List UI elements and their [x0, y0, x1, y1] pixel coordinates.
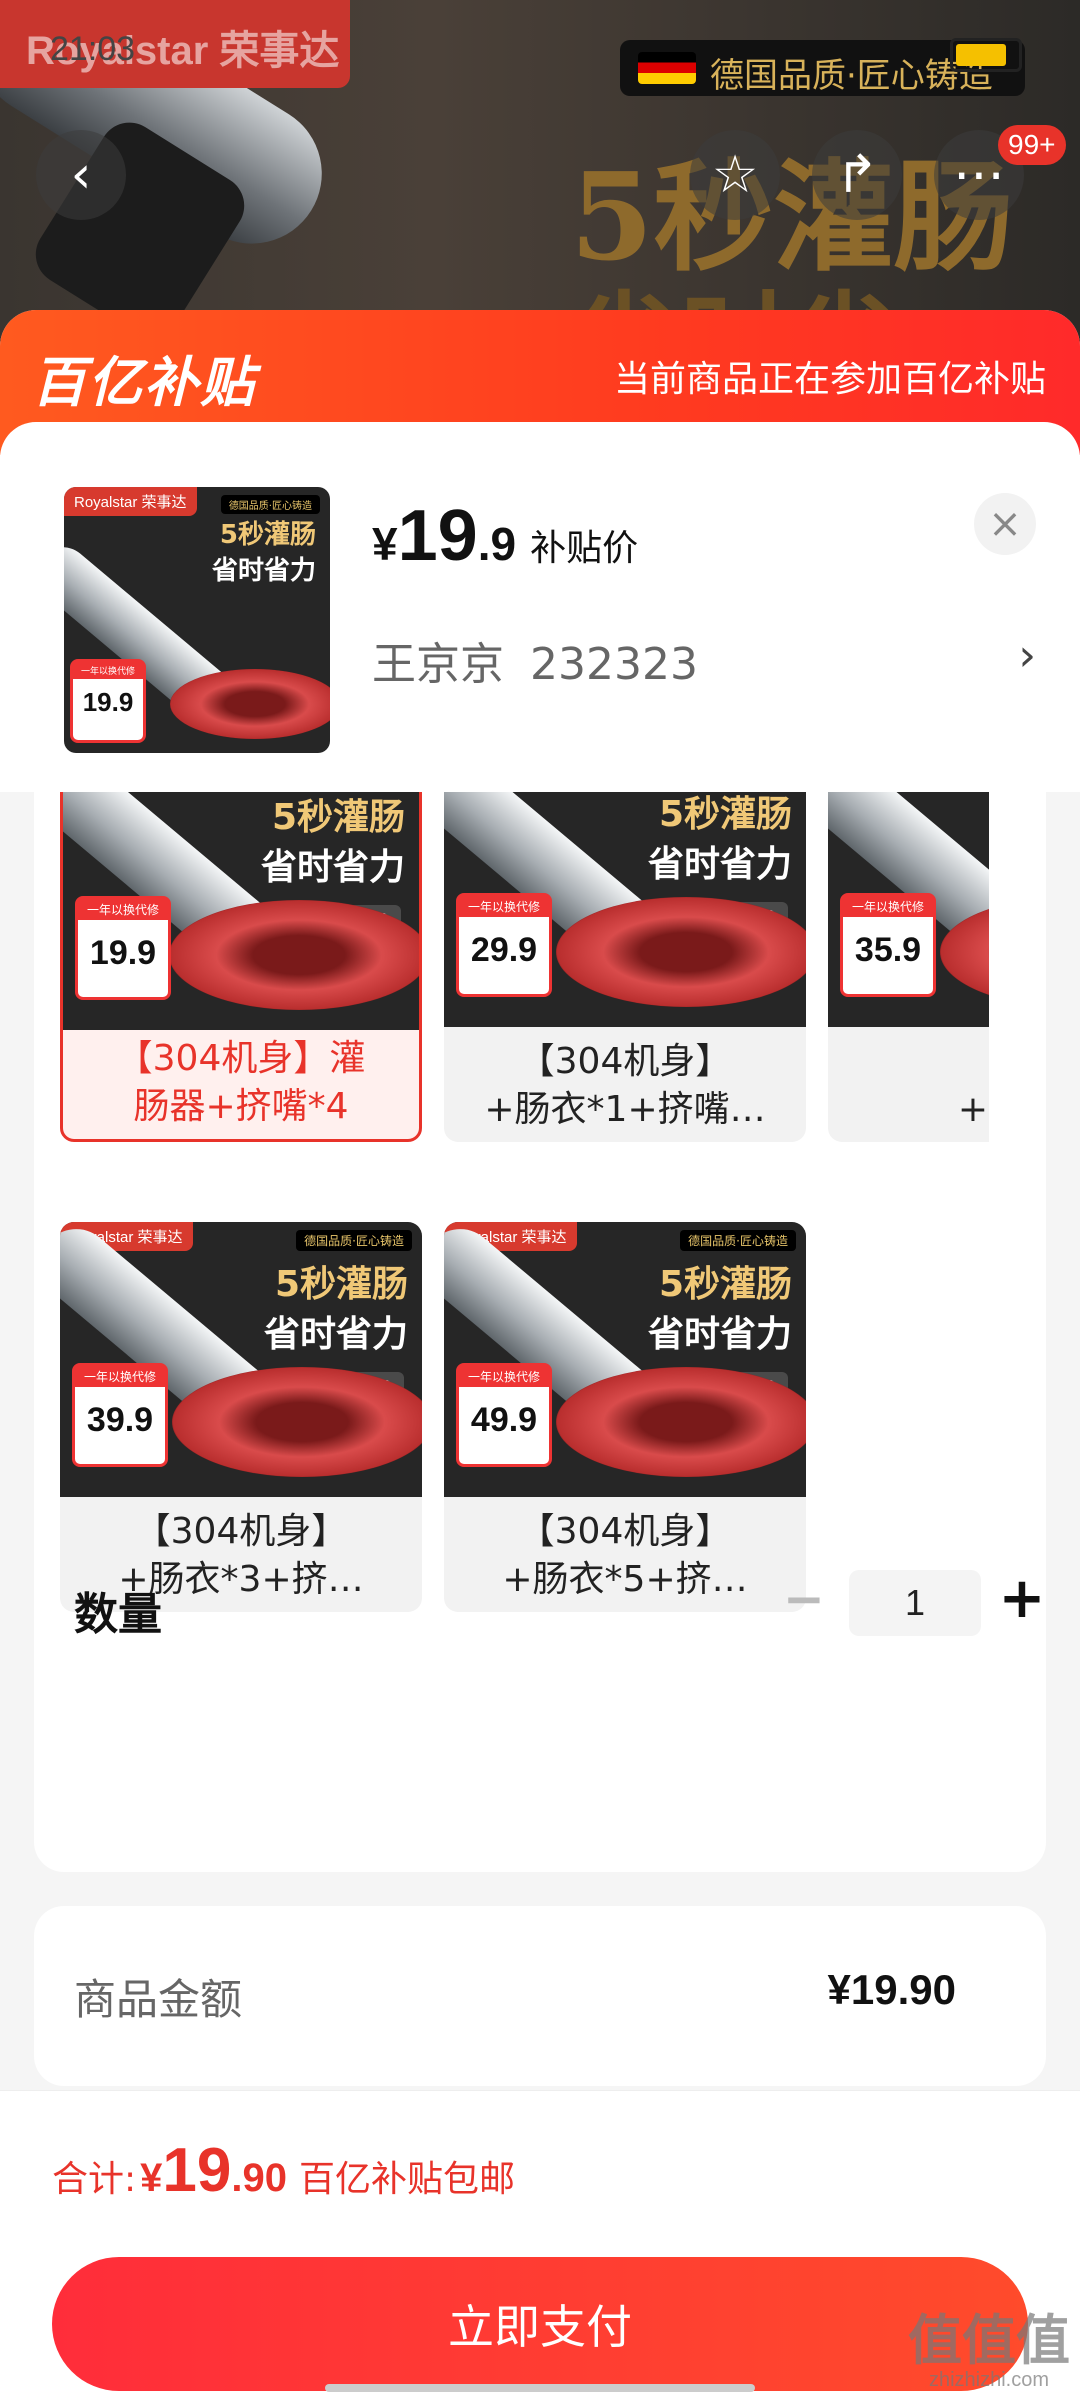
subsidy-price: ¥ 19 .9 补贴价	[372, 495, 638, 577]
thumb-badge: 德国品质·匠心铸造	[220, 495, 320, 514]
variant-price: 39.9	[86, 1401, 154, 1439]
chevron-right-icon[interactable]: ›	[1018, 630, 1036, 681]
variant-image-meat	[172, 1367, 422, 1477]
amount-card: 商品金额 ¥19.90	[34, 1906, 1046, 2086]
total-symbol: ¥	[140, 2156, 163, 2200]
back-icon[interactable]: ‹	[36, 130, 126, 220]
variant-option[interactable]: Royalstar 荣事达 德国品质·匠心铸造 5秒灌肠 省时省力 一年以换代修…	[444, 1222, 806, 1612]
variant-image-slogan: 5秒灌肠 省时省力	[264, 1260, 408, 1360]
variant-image: Royalstar 荣事达 德国品质·匠心铸造 5秒灌肠 省时省力 一年以换代修…	[60, 1222, 422, 1497]
watermark-url: zhizhizhi.com	[928, 2369, 1050, 2391]
seller-info[interactable]: 王京京 232323	[372, 628, 698, 692]
close-icon[interactable]: ×	[974, 493, 1036, 555]
variant-image-slogan2: 省时省力	[647, 1314, 792, 1355]
thumb-price-text: 19.9	[82, 687, 134, 717]
total-label: 合计:	[52, 2159, 137, 2200]
variant-price-tag: 一年以换代修 49.9	[456, 1363, 552, 1467]
thumb-slogan1: 5秒灌肠	[219, 520, 316, 550]
plus-icon[interactable]: +	[992, 1566, 1052, 1636]
amount-value: ¥19.90	[827, 1966, 956, 2013]
thumb-tag-text: 一年以换代修	[73, 662, 143, 679]
variant-image-slogan1: 5秒灌肠	[658, 1264, 792, 1305]
thumb-price-tag: 一年以换代修 19.9	[70, 659, 146, 743]
cart-count-badge: 99+	[998, 125, 1066, 165]
checkout-footer: 合计: ¥ 19 .90 百亿补贴包邮 立即支付 值值值 zhizhizhi.c…	[0, 2090, 1080, 2400]
price-decimal: .9	[477, 518, 517, 570]
variant-option[interactable]: Royalstar 荣事达 德国品质·匠心铸造 5秒灌肠 省时省力 一年以换代修…	[60, 1222, 422, 1612]
purchase-sheet: 百亿补贴 当前商品正在参加百亿补贴 Royalstar 荣事达 德国品质·匠心铸…	[0, 310, 1080, 2400]
variant-price-tag-text: 一年以换代修	[459, 1366, 549, 1387]
variant-image-badge: 德国品质·匠心铸造	[680, 1230, 796, 1251]
battery-icon	[950, 38, 1022, 72]
share-icon[interactable]: ↱	[812, 130, 902, 220]
thumb-slogan2: 省时省力	[211, 556, 316, 586]
pay-now-button[interactable]: 立即支付	[52, 2257, 1028, 2391]
variant-price-tag: 一年以换代修 39.9	[72, 1363, 168, 1467]
total-note: 百亿补贴包邮	[298, 2159, 515, 2200]
watermark-text: 值值值	[908, 2309, 1070, 2372]
variant-price-tag-text: 一年以换代修	[75, 1366, 165, 1387]
minus-icon[interactable]: −	[774, 1570, 834, 1636]
watermark: 值值值 zhizhizhi.com	[908, 2314, 1070, 2392]
home-indicator[interactable]	[325, 2384, 755, 2392]
price-label: 补贴价	[530, 528, 639, 569]
subsidy-banner-text: 当前商品正在参加百亿补贴	[613, 359, 1046, 400]
total-price: 合计: ¥ 19 .90 百亿补贴包邮	[52, 2135, 515, 2206]
variant-selector: Royalstar 荣事达 德国品质·匠心铸造 5秒灌肠 省时省力 一年以换代修…	[34, 792, 1046, 1872]
subsidy-logo: 百亿补贴	[32, 351, 256, 414]
quantity-stepper: 数量 − 1 +	[74, 1566, 1045, 1640]
quantity-value[interactable]: 1	[849, 1570, 981, 1636]
amount-label: 商品金额	[74, 1975, 243, 2024]
thumb-meat	[170, 669, 330, 739]
thumb-slogan: 5秒灌肠 省时省力	[212, 517, 316, 589]
total-integer: 19	[162, 2136, 232, 2205]
price-symbol: ¥	[372, 518, 398, 570]
variant-image-badge: 德国品质·匠心铸造	[296, 1230, 412, 1251]
status-time: 21:03	[50, 30, 136, 68]
variant-image-slogan: 5秒灌肠 省时省力	[648, 1260, 792, 1360]
variant-price: 49.9	[470, 1401, 538, 1439]
thumb-brand: Royalstar 荣事达	[64, 487, 197, 516]
variant-image-slogan2: 省时省力	[263, 1314, 408, 1355]
germany-flag-icon	[638, 52, 696, 84]
variant-label-line1: 【304机身】	[518, 1511, 732, 1552]
variant-image-slogan1: 5秒灌肠	[274, 1264, 408, 1305]
seller-name: 王京京	[372, 639, 504, 690]
product-thumbnail: Royalstar 荣事达 德国品质·匠心铸造 5秒灌肠 省时省力 一年以换代修…	[64, 487, 330, 753]
price-integer: 19	[397, 496, 478, 576]
seller-id: 232323	[530, 639, 698, 690]
variant-image: Royalstar 荣事达 德国品质·匠心铸造 5秒灌肠 省时省力 一年以换代修…	[444, 1222, 806, 1497]
quantity-label: 数量	[74, 1589, 162, 1640]
variant-row-bottom: Royalstar 荣事达 德国品质·匠心铸造 5秒灌肠 省时省力 一年以换代修…	[34, 792, 1046, 1612]
variant-image-meat	[556, 1367, 806, 1477]
variant-label-line1: 【304机身】	[134, 1511, 348, 1552]
total-decimal: .90	[231, 2156, 287, 2200]
star-icon[interactable]: ☆	[690, 130, 780, 220]
